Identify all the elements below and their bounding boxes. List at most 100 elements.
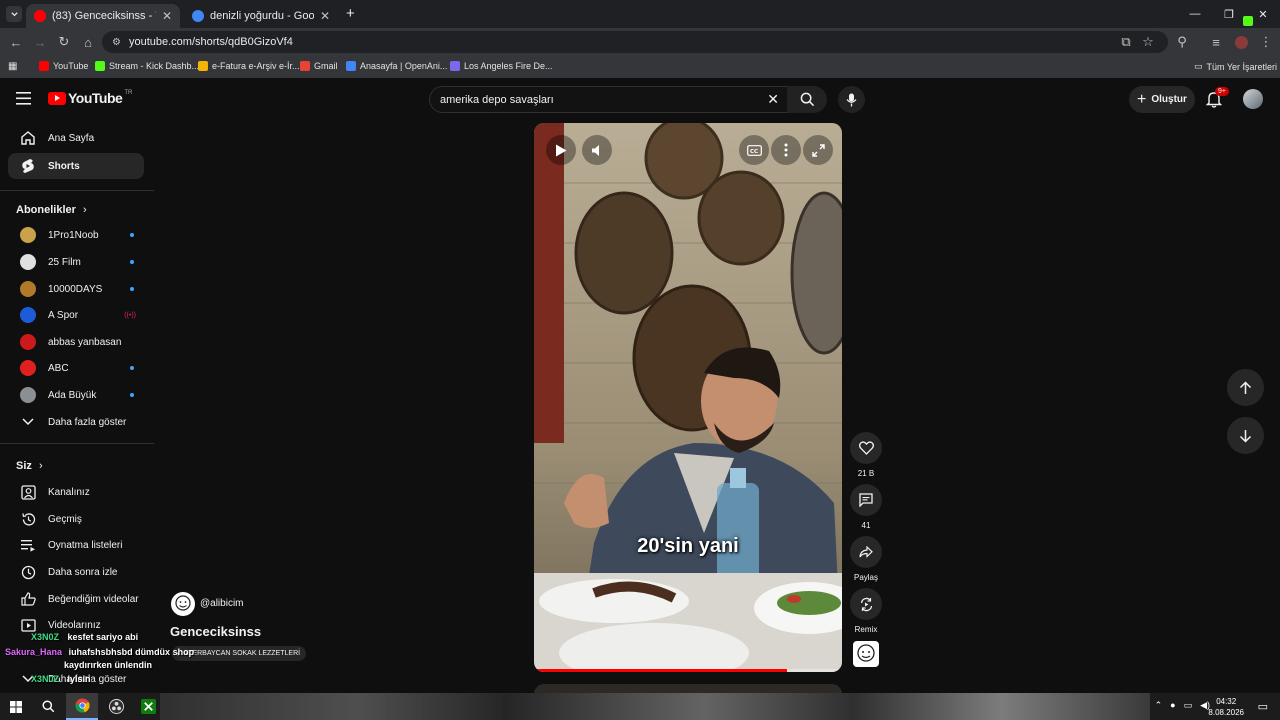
previous-short-button[interactable] <box>1227 369 1264 406</box>
share-button[interactable] <box>850 536 882 568</box>
clear-search-icon[interactable]: ✕ <box>767 91 779 108</box>
bookmark-youtube[interactable]: YouTube <box>39 61 88 71</box>
taskbar-xbox[interactable] <box>132 693 164 720</box>
comment-button[interactable] <box>850 484 882 516</box>
bookmark-efatura[interactable]: e-Fatura e-Arşiv e-İr... <box>198 61 300 71</box>
captions-button[interactable]: CC <box>739 135 769 165</box>
search-button[interactable] <box>787 86 827 113</box>
fullscreen-button[interactable] <box>803 135 833 165</box>
restore-icon[interactable]: ❐ <box>1212 0 1246 28</box>
apps-grid-icon[interactable]: ▦ <box>8 61 17 72</box>
chat-text: kesfet sariyo abi <box>67 632 139 642</box>
close-tab-icon[interactable]: ✕ <box>162 9 172 23</box>
address-bar[interactable]: ⚙ youtube.com/shorts/qdB0GizoVf4 <box>102 31 1168 53</box>
remix-button[interactable] <box>850 588 882 620</box>
microphone-tray-icon[interactable]: ● <box>1170 700 1175 711</box>
shorts-video-player[interactable]: CC 20'sin yani <box>534 123 842 672</box>
subscription-10000days[interactable]: 10000DAYS <box>8 276 144 302</box>
bookmark-lafd[interactable]: Los Angeles Fire De... <box>450 61 553 71</box>
youtube-logo[interactable]: YouTube TR <box>48 90 132 106</box>
sidebar-item-watch-later[interactable]: Daha sonra izle <box>8 559 144 585</box>
video-progress-bar[interactable] <box>534 669 842 672</box>
sidebar-item-liked-videos[interactable]: Beğendiğim videolar <box>8 586 144 612</box>
sidebar-item-your-channel[interactable]: Kanalınız <box>8 479 144 505</box>
bookmark-label: Gmail <box>314 61 338 71</box>
volume-button[interactable] <box>582 135 612 165</box>
subscriptions-header[interactable]: Abonelikler › <box>16 204 87 216</box>
chat-text: kaydırırken ünlendin <box>64 660 153 670</box>
chat-message: X3N0Z kesfet sariyo abi <box>31 632 138 642</box>
create-button[interactable]: + Oluştur <box>1129 86 1195 113</box>
bookmark-star-icon[interactable]: ☆ <box>1140 34 1156 50</box>
tray-overflow-icon[interactable]: ⌃ <box>1155 700 1163 711</box>
comment-action[interactable]: 41 <box>850 484 882 530</box>
channel-avatar[interactable] <box>171 592 195 616</box>
search-input[interactable]: amerika depo savaşları ✕ <box>429 86 788 113</box>
kick-icon <box>95 61 105 71</box>
guide-menu-icon[interactable] <box>16 92 31 105</box>
taskbar-chrome[interactable] <box>66 693 98 720</box>
taskbar-clock[interactable]: 04:32 8.08.2026 <box>1208 696 1244 718</box>
voice-search-button[interactable] <box>838 86 865 113</box>
reading-list-icon[interactable]: ≡ <box>1208 34 1224 50</box>
new-content-dot <box>130 233 134 237</box>
subscription-abc[interactable]: ABC <box>8 355 144 381</box>
profile-avatar-icon[interactable] <box>1233 34 1249 50</box>
more-options-button[interactable] <box>771 135 801 165</box>
notification-center-icon[interactable]: ▭ <box>1258 700 1268 713</box>
sidebar-item-shorts[interactable]: Shorts <box>8 153 144 179</box>
like-button[interactable] <box>850 432 882 464</box>
browser-tab-youtube[interactable]: (83) Genceciksinss - YouTube ✕ <box>26 4 180 28</box>
channel-avatar <box>20 334 36 350</box>
extensions-icon[interactable]: ⚲ <box>1174 34 1190 50</box>
show-more-subscriptions[interactable]: Daha fazla göster <box>8 409 144 435</box>
network-icon[interactable]: ▭ <box>1184 700 1193 711</box>
tab-search-button[interactable] <box>6 6 22 22</box>
close-tab-icon[interactable]: ✕ <box>320 9 330 23</box>
chat-text: iuhafshsbhsbd dümdüx shop <box>68 647 195 657</box>
bookmark-openani[interactable]: Anasayfa | OpenAni... <box>346 61 447 71</box>
sound-channel-thumbnail[interactable] <box>853 641 879 667</box>
system-tray[interactable]: ⌃ ● ▭ ◀) <box>1155 700 1210 711</box>
bookmark-gmail[interactable]: Gmail <box>300 61 338 71</box>
minimize-icon[interactable]: — <box>1178 0 1212 28</box>
taskbar-search-button[interactable] <box>32 693 64 720</box>
share-action[interactable]: Paylaş <box>850 536 882 582</box>
subscription-1pro1noob[interactable]: 1Pro1Noob <box>8 222 144 248</box>
back-icon[interactable]: ← <box>8 34 24 50</box>
like-action[interactable]: 21 B <box>850 432 882 478</box>
remix-action[interactable]: Remix <box>850 588 882 634</box>
short-topic-label: AZERBAYCAN SOKAK LEZZETLERİ <box>183 650 301 657</box>
site-info-icon[interactable]: ⚙ <box>112 37 121 48</box>
sidebar-item-label: Geçmiş <box>48 513 82 525</box>
account-avatar[interactable] <box>1243 89 1263 109</box>
subscription-aspor[interactable]: A Spor ((•)) <box>8 302 144 328</box>
channel-logo-icon <box>175 595 191 611</box>
sidebar-item-playlists[interactable]: Oynatma listeleri <box>8 532 144 558</box>
install-app-icon[interactable]: ⧉ <box>1118 34 1134 50</box>
browser-tab-google[interactable]: denizli yoğurdu - Google'da Ar ✕ <box>184 4 338 28</box>
forward-icon[interactable]: → <box>32 34 48 50</box>
remix-label: Remix <box>854 625 878 634</box>
next-short-button[interactable] <box>1227 417 1264 454</box>
start-button[interactable] <box>0 693 32 720</box>
notifications-button[interactable]: 9+ <box>1206 87 1229 111</box>
taskbar-obs[interactable] <box>100 693 132 720</box>
you-header[interactable]: Siz › <box>16 460 43 472</box>
sidebar-divider <box>0 190 154 191</box>
reload-icon[interactable]: ↻ <box>56 34 72 50</box>
sidebar-item-history[interactable]: Geçmiş <box>8 506 144 532</box>
windows-logo-icon <box>10 700 22 713</box>
play-button[interactable] <box>546 135 576 165</box>
channel-avatar <box>20 281 36 297</box>
subscription-abbas-yanbasan[interactable]: abbas yanbasan <box>8 329 144 355</box>
home-browser-icon[interactable]: ⌂ <box>80 34 96 50</box>
kebab-menu-icon[interactable]: ⋮ <box>1258 34 1274 50</box>
subscription-25film[interactable]: 25 Film <box>8 249 144 275</box>
bookmark-kick[interactable]: Stream - Kick Dashb... <box>95 61 199 71</box>
channel-handle[interactable]: @alibicim <box>200 598 244 609</box>
sidebar-item-home[interactable]: Ana Sayfa <box>8 125 144 151</box>
new-tab-button[interactable]: + <box>346 5 355 22</box>
all-bookmarks[interactable]: ▭ Tüm Yer İşaretleri <box>1194 61 1277 72</box>
subscription-ada-buyuk[interactable]: Ada Büyük <box>8 382 144 408</box>
